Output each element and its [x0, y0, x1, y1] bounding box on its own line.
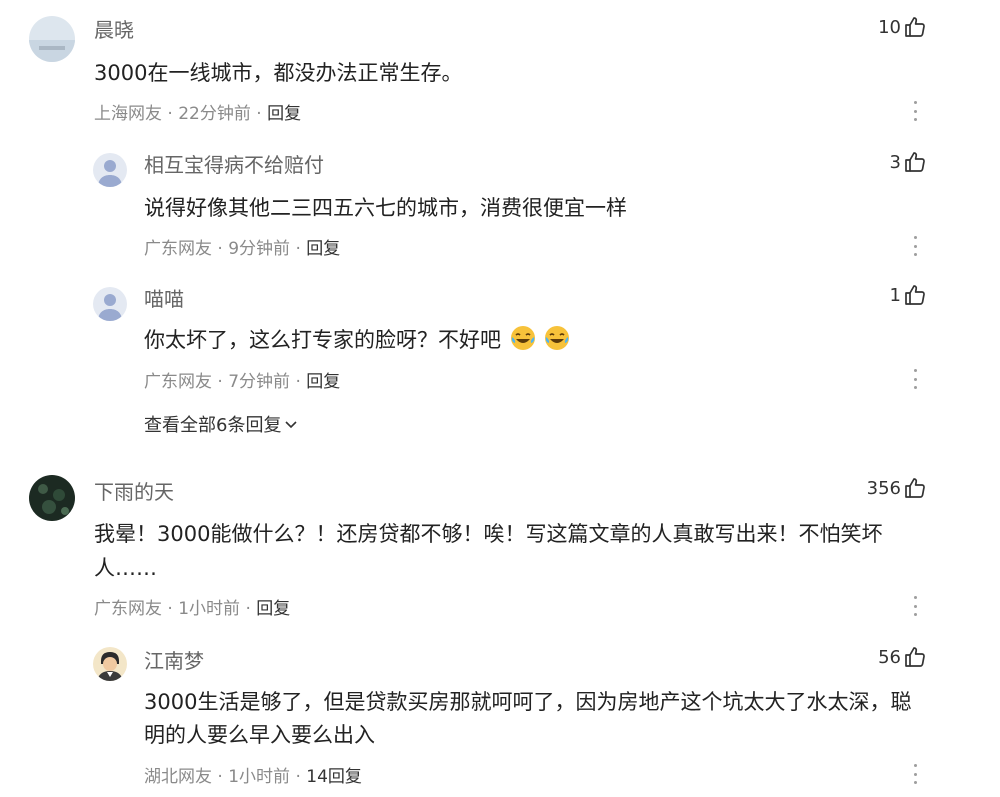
avatar[interactable] — [93, 153, 127, 187]
thumbs-up-icon — [905, 478, 925, 498]
timestamp: 9分钟前 — [228, 239, 291, 259]
timestamp: 1小时前 — [228, 767, 291, 787]
like-button[interactable]: 356 — [867, 476, 927, 500]
location: 广东网友 — [94, 599, 162, 619]
reply-text: 说得好像其他二三四五六七的城市，消费很便宜一样 — [144, 196, 627, 220]
laughing-tears-emoji — [545, 326, 570, 350]
chevron-down-icon — [285, 421, 298, 429]
avatar[interactable] — [93, 647, 127, 681]
more-vertical-icon[interactable] — [913, 101, 917, 121]
like-button[interactable]: 10 — [878, 15, 927, 39]
location: 广东网友 — [144, 372, 212, 392]
comment-meta: 上海网友 · 22分钟前 · 回复 — [94, 104, 302, 124]
reply-button[interactable]: 回复 — [256, 599, 290, 619]
like-count: 1 — [889, 284, 901, 306]
more-vertical-icon[interactable] — [913, 596, 917, 616]
thumbs-up-icon — [905, 17, 925, 37]
location: 上海网友 — [94, 104, 162, 124]
more-vertical-icon[interactable] — [913, 764, 917, 784]
like-count: 10 — [878, 16, 901, 38]
more-vertical-icon[interactable] — [913, 369, 917, 389]
like-button[interactable]: 3 — [890, 150, 927, 174]
reply-button[interactable]: 回复 — [267, 104, 301, 124]
timestamp: 7分钟前 — [228, 372, 291, 392]
comment-username[interactable]: 晨晓 — [94, 14, 134, 43]
more-vertical-icon[interactable] — [913, 236, 917, 256]
reply-button[interactable]: 回复 — [306, 372, 340, 392]
thumbs-up-icon — [905, 647, 925, 667]
reply-button[interactable]: 回复 — [306, 239, 340, 259]
reply-username[interactable]: 相互宝得病不给赔付 — [144, 149, 324, 178]
laughing-tears-emoji — [510, 326, 535, 350]
reply-username[interactable]: 江南梦 — [144, 645, 204, 674]
comment-meta: 广东网友 · 1小时前 · 回复 — [94, 599, 291, 619]
reply-button[interactable]: 14回复 — [306, 767, 362, 787]
reply-meta: 广东网友 · 9分钟前 · 回复 — [144, 239, 341, 259]
comment-username[interactable]: 下雨的天 — [94, 476, 174, 505]
reply-text-line: 明的人要么早入要么出入 — [144, 723, 375, 747]
like-count: 356 — [866, 477, 901, 499]
comment-text-line: 我晕！3000能做什么？！还房贷都不够！唉！写这篇文章的人真敢写出来！不怕笑坏 — [94, 522, 883, 546]
like-count: 3 — [889, 151, 901, 173]
timestamp: 22分钟前 — [178, 104, 251, 124]
thumbs-up-icon — [905, 285, 925, 305]
avatar[interactable] — [29, 16, 75, 62]
thumbs-up-icon — [905, 152, 925, 172]
avatar[interactable] — [93, 287, 127, 321]
reply-username[interactable]: 喵喵 — [144, 283, 184, 312]
avatar[interactable] — [29, 475, 75, 521]
view-all-replies-button[interactable]: 查看全部6条回复 — [144, 411, 298, 437]
reply-text-line: 3000生活是够了，但是贷款买房那就呵呵了，因为房地产这个坑太大了水太深，聪 — [144, 690, 912, 714]
timestamp: 1小时前 — [178, 599, 241, 619]
location: 广东网友 — [144, 239, 212, 259]
reply-meta: 湖北网友 · 1小时前 · 14回复 — [144, 767, 362, 787]
comment-text: 3000在一线城市，都没办法正常生存。 — [94, 61, 463, 85]
like-button[interactable]: 1 — [890, 283, 927, 307]
like-button[interactable]: 56 — [878, 645, 927, 669]
like-count: 56 — [878, 646, 901, 668]
reply-text: 你太坏了，这么打专家的脸呀？不好吧 — [144, 324, 570, 357]
comment-text-line: 人…… — [94, 556, 157, 580]
location: 湖北网友 — [144, 767, 212, 787]
reply-meta: 广东网友 · 7分钟前 · 回复 — [144, 372, 341, 392]
